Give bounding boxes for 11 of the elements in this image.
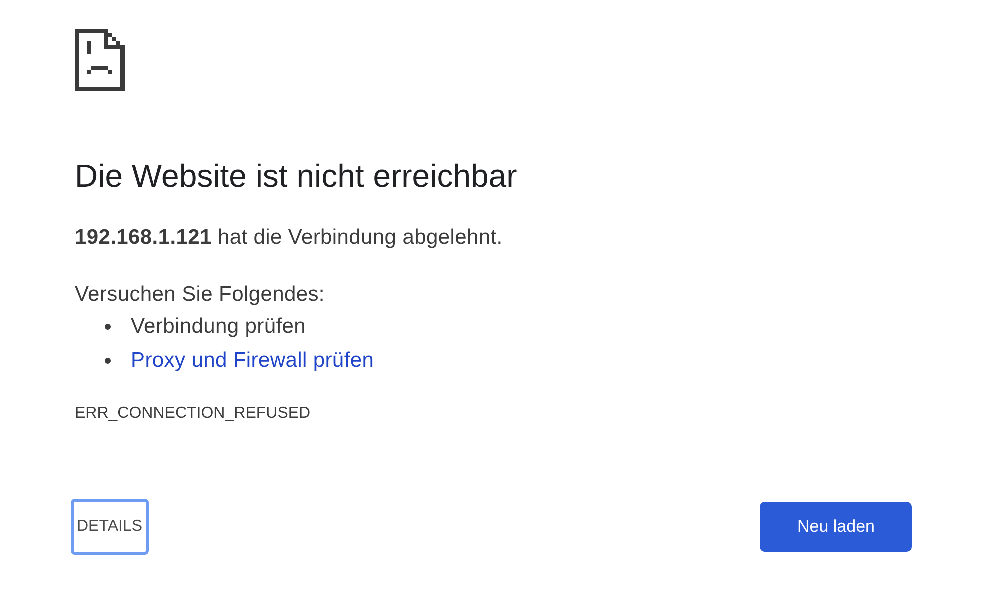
suggestion-link[interactable]: Proxy und Firewall prüfen — [131, 348, 374, 374]
suggestions-intro: Versuchen Sie Folgendes: — [75, 282, 326, 308]
details-button[interactable]: DETAILS — [71, 499, 148, 555]
error-heading: Die Website ist nicht erreichbar — [75, 157, 518, 195]
error-message: 192.168.1.121 hat die Verbindung abgelehnt. — [75, 225, 504, 251]
bullet-icon — [105, 324, 111, 330]
bullet-icon — [105, 358, 111, 364]
error-code: ERR_CONNECTION_REFUSED — [75, 404, 312, 424]
sad-page-icon — [75, 29, 125, 91]
suggestion-text: Verbindung prüfen — [131, 314, 306, 340]
reload-button[interactable]: Neu laden — [760, 502, 912, 552]
